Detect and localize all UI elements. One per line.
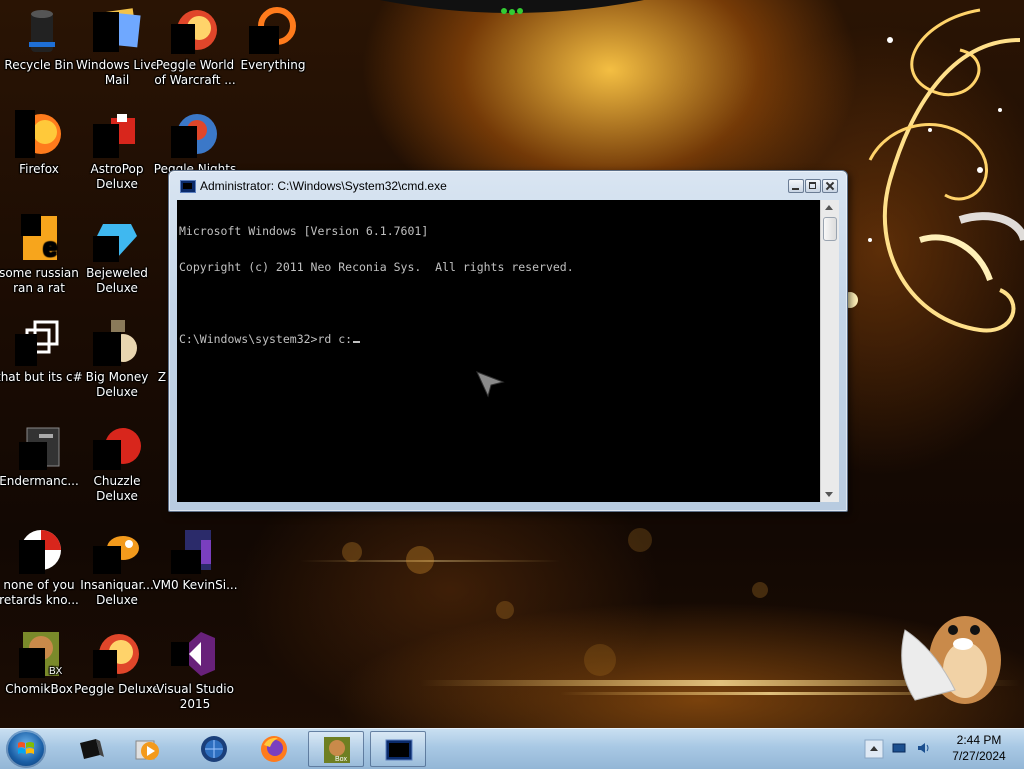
desktop-icon-vm0[interactable]: VM0 KevinSi... bbox=[152, 526, 238, 593]
everything-icon bbox=[249, 6, 297, 54]
console-line: Microsoft Windows [Version 6.1.7601] bbox=[179, 224, 429, 238]
recycle-bin-icon bbox=[15, 6, 63, 54]
mouse-pointer-icon bbox=[476, 371, 505, 398]
clock-date: 7/27/2024 bbox=[952, 749, 1006, 763]
volume-icon[interactable] bbox=[916, 741, 930, 755]
show-hidden-icons-icon[interactable] bbox=[864, 739, 884, 759]
chomikbox-icon: BX bbox=[15, 630, 63, 678]
bejeweled-icon bbox=[93, 214, 141, 262]
windows-logo-icon bbox=[18, 742, 34, 754]
desktop-icon-peggle-deluxe[interactable]: Peggle Deluxe bbox=[74, 630, 160, 697]
desktop-icon-everything[interactable]: Everything bbox=[230, 6, 316, 73]
desktop-icon-none-of-you[interactable]: none of you retards kno... bbox=[0, 526, 82, 608]
desktop-icon-russian-rat[interactable]: e some russian ran a rat bbox=[0, 214, 82, 296]
cmd-window-title: Administrator: C:\Windows\System32\cmd.e… bbox=[200, 179, 447, 193]
svg-text:Box: Box bbox=[335, 756, 348, 763]
console-prompt-line: C:\Windows\system32>rd c: bbox=[179, 333, 818, 345]
cmd-icon bbox=[385, 739, 413, 761]
scrollbar-thumb[interactable] bbox=[823, 217, 837, 241]
desktop-icon-chomikbox[interactable]: BX ChomikBox bbox=[0, 630, 82, 697]
taskbar-pinned-app[interactable] bbox=[186, 731, 242, 767]
chuzzle-icon bbox=[93, 422, 141, 470]
maximize-button[interactable] bbox=[805, 179, 821, 193]
desktop-icon-that-but-its-csharp[interactable]: that but its c# bbox=[0, 318, 82, 385]
vertical-scrollbar[interactable] bbox=[820, 200, 839, 502]
media-player-icon bbox=[135, 740, 159, 760]
desktop-icon-astropop[interactable]: AstroPop Deluxe bbox=[74, 110, 160, 192]
notification-area: 2:44 PM 7/27/2024 bbox=[862, 729, 1024, 769]
scroll-up-arrow-icon[interactable] bbox=[825, 205, 833, 210]
minimize-button[interactable] bbox=[788, 179, 804, 193]
cmd-window[interactable]: Administrator: C:\Windows\System32\cmd.e… bbox=[168, 170, 848, 512]
desktop-icon-big-money[interactable]: Big Money Deluxe bbox=[74, 318, 160, 400]
cmd-titlebar[interactable]: Administrator: C:\Windows\System32\cmd.e… bbox=[169, 171, 847, 199]
desktop-icon-visual-studio[interactable]: Visual Studio 2015 bbox=[152, 630, 238, 712]
big-money-icon bbox=[93, 318, 141, 366]
taskbar: Box 2:44 PM 7/27/2024 bbox=[0, 728, 1024, 769]
desktop-icon-windows-live-mail[interactable]: Windows Live Mail bbox=[74, 6, 160, 88]
firefox-icon bbox=[261, 736, 287, 762]
endermanch-icon bbox=[15, 422, 63, 470]
taskbar-clock[interactable]: 2:44 PM 7/27/2024 bbox=[938, 732, 1020, 764]
desktop-icon-bejeweled[interactable]: Bejeweled Deluxe bbox=[74, 214, 160, 296]
taskbar-pinned-app[interactable] bbox=[246, 731, 302, 767]
console-prompt-text: C:\Windows\system32>rd c: bbox=[179, 332, 353, 346]
desktop-icon-peggle-nights[interactable]: Peggle Nights bbox=[152, 110, 238, 177]
globe-icon bbox=[201, 736, 227, 762]
wallpaper-swirl bbox=[842, 8, 1024, 333]
taskbar-pinned-app[interactable] bbox=[62, 731, 118, 767]
desktop-icon-insaniquarium[interactable]: Insaniquar... Deluxe bbox=[74, 526, 160, 608]
chrome-icon bbox=[15, 526, 63, 574]
taskbar-running-app[interactable]: Box bbox=[308, 731, 364, 767]
start-button[interactable] bbox=[6, 730, 46, 768]
window-controls bbox=[788, 179, 838, 193]
shortcut-icon bbox=[15, 318, 63, 366]
cmd-like-icon bbox=[80, 739, 104, 759]
desktop-icon-chuzzle[interactable]: Chuzzle Deluxe bbox=[74, 422, 160, 504]
visual-studio-icon bbox=[171, 630, 219, 678]
firefox-icon bbox=[15, 110, 63, 158]
cmd-console-output[interactable]: Microsoft Windows [Version 6.1.7601] Cop… bbox=[177, 200, 820, 502]
scroll-down-arrow-icon[interactable] bbox=[825, 492, 833, 497]
taskbar-pinned-app[interactable] bbox=[120, 731, 176, 767]
desktop-icon-firefox[interactable]: Firefox bbox=[0, 110, 82, 177]
svg-text:BX: BX bbox=[49, 666, 63, 677]
desktop-icon-peggle-wow[interactable]: Peggle World of Warcraft ... bbox=[152, 6, 238, 88]
windows-live-mail-icon bbox=[93, 6, 141, 54]
cmd-app-icon[interactable] bbox=[180, 180, 196, 193]
network-icon[interactable] bbox=[892, 741, 906, 755]
vm-icon bbox=[171, 526, 219, 574]
taskbar-running-app[interactable] bbox=[370, 731, 426, 767]
svg-text:e: e bbox=[43, 232, 57, 262]
russian-rat-icon: e bbox=[15, 214, 63, 262]
text-cursor bbox=[353, 341, 361, 343]
desktop-icon-endermanch[interactable]: Endermanc... bbox=[0, 422, 82, 489]
chomikbox-icon: Box bbox=[324, 737, 350, 763]
peggle-nights-icon bbox=[171, 110, 219, 158]
peggle-wow-icon bbox=[171, 6, 219, 54]
peggle-deluxe-icon bbox=[93, 630, 141, 678]
close-button[interactable] bbox=[822, 179, 838, 193]
console-line: Copyright (c) 2011 Neo Reconia Sys. All … bbox=[179, 260, 574, 274]
insaniquarium-icon bbox=[93, 526, 141, 574]
clock-time: 2:44 PM bbox=[956, 733, 1002, 747]
desktop-icon-recycle-bin[interactable]: Recycle Bin bbox=[0, 6, 82, 73]
astropop-icon bbox=[93, 110, 141, 158]
hamster-image bbox=[901, 616, 1001, 704]
